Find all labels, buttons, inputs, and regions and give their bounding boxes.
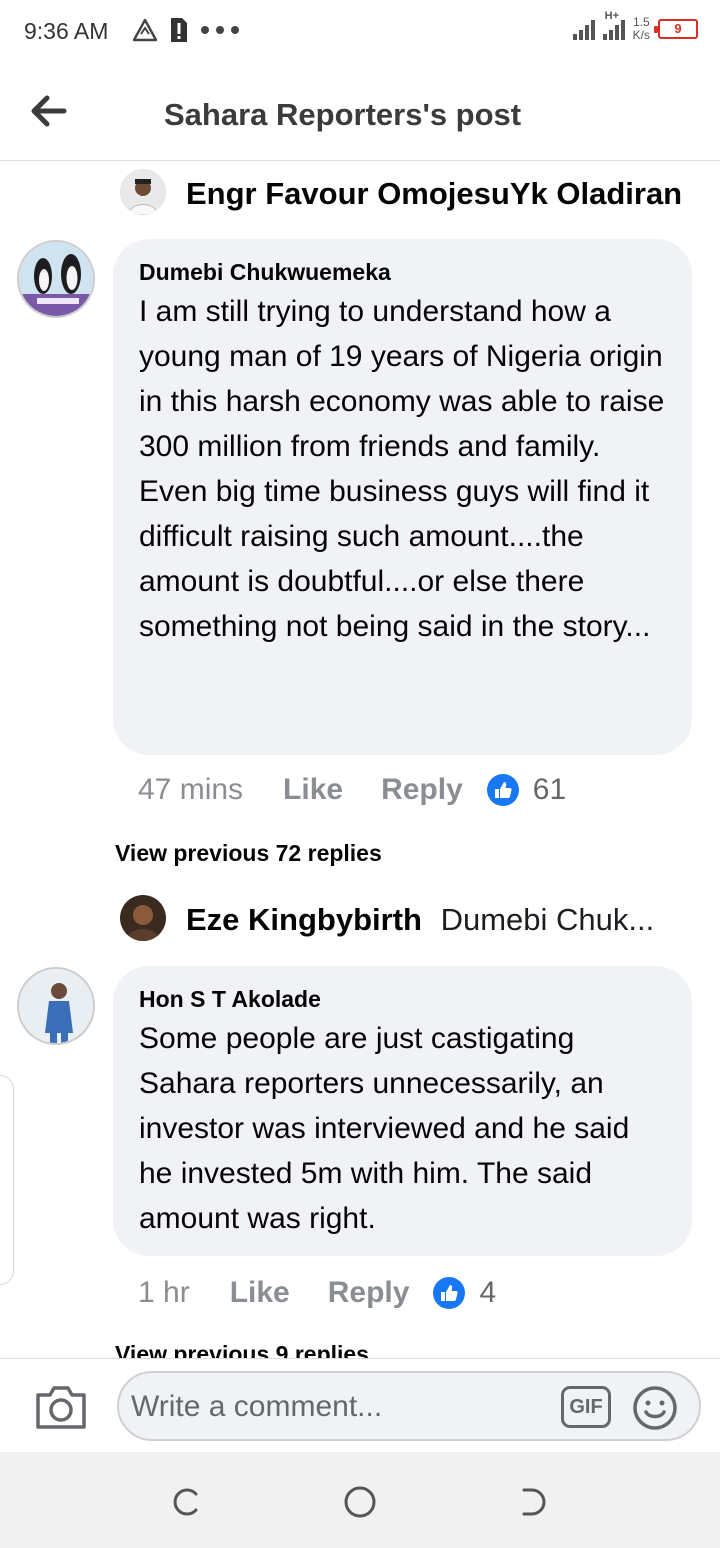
- battery-level: 9: [674, 21, 682, 36]
- page-title: Sahara Reporters's post: [164, 97, 522, 132]
- more-dots-icon: [201, 26, 239, 34]
- comment-input-box[interactable]: GIF: [117, 1371, 701, 1441]
- comment-actions: 1 hr Like Reply 4: [138, 1276, 496, 1310]
- reply-preview[interactable]: Engr Favour OmojesuYk Oladiran: [186, 176, 682, 212]
- comment-actions: 47 mins Like Reply 61: [138, 773, 566, 807]
- reaction-count[interactable]: 61: [533, 773, 566, 807]
- avatar[interactable]: [17, 967, 95, 1045]
- system-nav-bar: [0, 1452, 720, 1548]
- network-type-label: H+: [604, 10, 620, 22]
- recents-icon[interactable]: [166, 1482, 206, 1522]
- back-arrow-icon[interactable]: [26, 88, 72, 134]
- reply-preview-avatar[interactable]: [120, 895, 166, 941]
- comment-author[interactable]: Dumebi Chukwuemeka: [139, 257, 666, 287]
- reply-button[interactable]: Reply: [328, 1276, 410, 1310]
- battery-icon: 9: [654, 19, 698, 39]
- view-previous-replies[interactable]: View previous 72 replies: [115, 840, 382, 867]
- emoji-icon[interactable]: [631, 1384, 679, 1432]
- like-icon[interactable]: [486, 774, 519, 806]
- camera-icon[interactable]: [34, 1383, 88, 1431]
- net-speed-unit: K/s: [632, 28, 650, 42]
- post-header: Sahara Reporters's post: [0, 66, 720, 161]
- reply-preview[interactable]: Eze Kingbybirth Dumebi Chuk...: [186, 902, 654, 938]
- back-nav-icon[interactable]: [514, 1482, 554, 1522]
- comment-text: Some people are just castigating Sahara …: [139, 1022, 630, 1235]
- reply-preview-author[interactable]: Eze Kingbybirth: [186, 902, 422, 937]
- reply-preview-author[interactable]: Engr Favour OmojesuYk Oladiran: [186, 176, 682, 211]
- reaction-count[interactable]: 4: [479, 1276, 496, 1310]
- reply-preview-snippet[interactable]: Dumebi Chuk...: [441, 902, 655, 937]
- gif-label: GIF: [569, 1396, 603, 1418]
- sim-alert-icon: [171, 18, 187, 42]
- comment-author[interactable]: Hon S T Akolade: [139, 984, 666, 1014]
- signal-2-icon: H+: [602, 10, 625, 40]
- comment-time[interactable]: 1 hr: [138, 1276, 190, 1310]
- comment-input[interactable]: [131, 1385, 551, 1429]
- status-notification-icons: [132, 17, 240, 43]
- like-button[interactable]: Like: [230, 1276, 290, 1310]
- comment-composer: GIF: [0, 1358, 720, 1452]
- status-system-icons: H+ 1.5 K/s 9: [572, 10, 698, 42]
- side-panel-edge: [0, 1075, 14, 1285]
- net-speed: 1.5 K/s: [633, 16, 650, 42]
- reply-button[interactable]: Reply: [381, 773, 463, 807]
- comment-time[interactable]: 47 mins: [138, 773, 243, 807]
- comment-bubble[interactable]: Hon S T Akolade Some people are just cas…: [113, 966, 692, 1256]
- comment-bubble[interactable]: Dumebi Chukwuemeka I am still trying to …: [113, 239, 692, 755]
- like-button[interactable]: Like: [283, 773, 343, 807]
- signal-1-icon: [572, 18, 595, 40]
- avatar[interactable]: [17, 240, 95, 318]
- reply-preview-avatar[interactable]: [120, 169, 166, 215]
- warning-icon: [132, 18, 158, 42]
- status-bar: 9:36 AM H+ 1.5 K/s 9: [0, 0, 720, 66]
- home-icon[interactable]: [340, 1482, 380, 1522]
- comment-text: I am still trying to understand how a yo…: [139, 295, 665, 643]
- gif-icon[interactable]: GIF: [561, 1386, 611, 1428]
- status-time: 9:36 AM: [24, 18, 109, 44]
- like-icon[interactable]: [433, 1277, 466, 1309]
